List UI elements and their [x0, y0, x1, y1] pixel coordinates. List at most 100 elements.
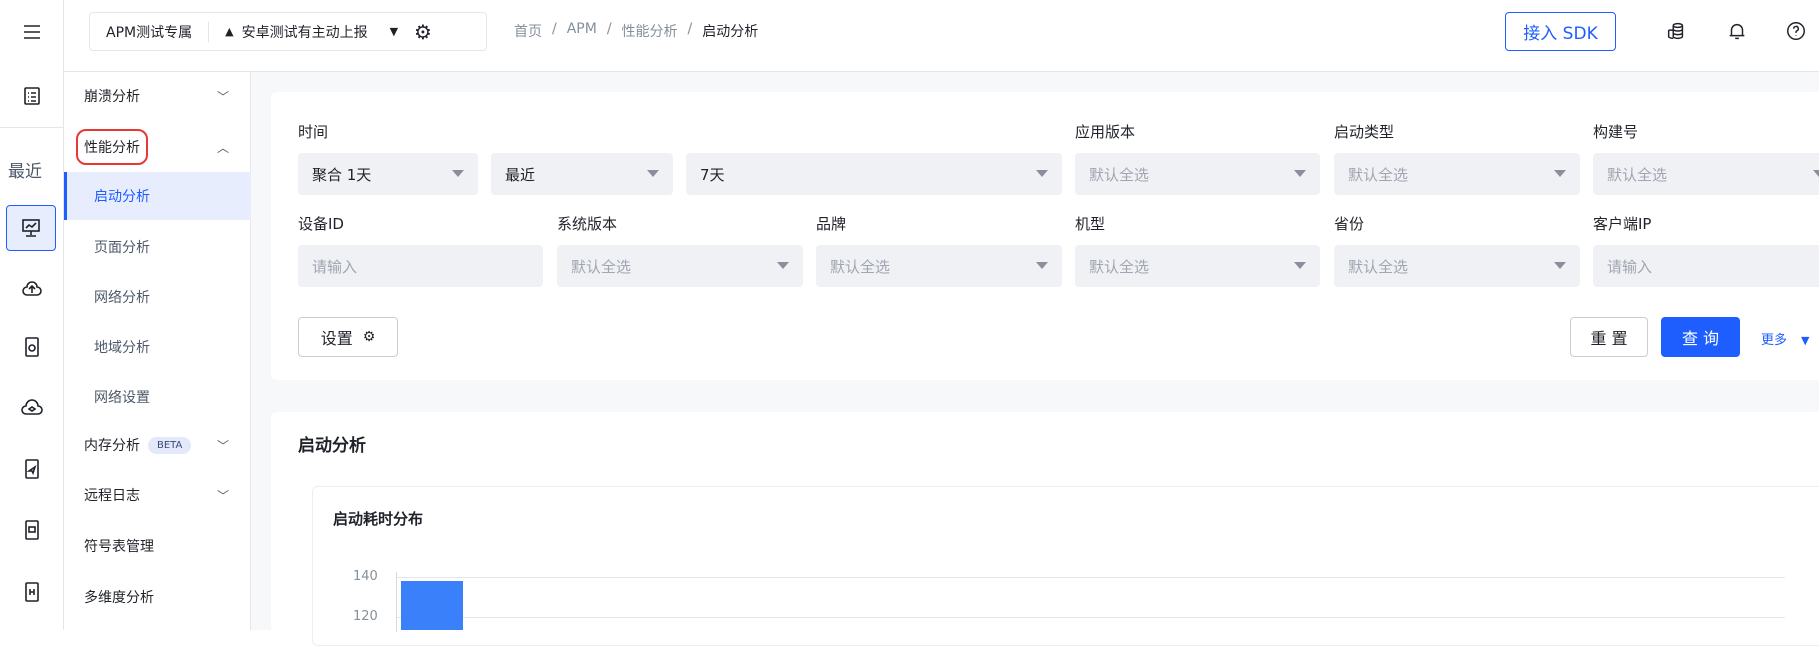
more-toggle[interactable]: 更多 ▼ — [1761, 329, 1809, 348]
chart-bar[interactable] — [401, 581, 463, 630]
dropdown-caret-icon[interactable]: ▼ — [390, 25, 398, 38]
cloud-upload-icon[interactable] — [14, 271, 50, 307]
model-select[interactable]: 默认全选 — [1075, 245, 1320, 287]
caret-down-icon — [1294, 170, 1306, 177]
settings-button[interactable]: 设置 ⚙ — [298, 317, 398, 357]
client-ip-label: 客户端IP — [1593, 215, 1652, 233]
select-value: 默认全选 — [1607, 165, 1668, 184]
sidebar-item-label: 符号表管理 — [84, 539, 154, 555]
app-version-select[interactable]: 默认全选 — [1075, 153, 1320, 195]
android-icon: ▲ — [225, 25, 234, 38]
breadcrumb-current: 启动分析 — [702, 24, 759, 40]
help-icon[interactable] — [1785, 20, 1809, 44]
chevron-down-icon: ﹀ — [216, 488, 229, 503]
sidebar-item-label: 地域分析 — [94, 340, 150, 356]
chevron-down-icon: ﹀ — [216, 89, 229, 104]
caret-down-icon — [452, 170, 464, 177]
section-title: 启动分析 — [298, 436, 366, 456]
sidebar-item-label: 启动分析 — [94, 189, 150, 205]
project-name: APM测试专属 — [106, 24, 193, 41]
select-value: 默认全选 — [1348, 257, 1409, 276]
sidebar-item-label: 页面分析 — [94, 240, 150, 256]
gear-icon: ⚙ — [362, 329, 376, 345]
select-value: 默认全选 — [1348, 165, 1409, 184]
caret-down-icon — [1554, 170, 1566, 177]
sidebar-item-symbols[interactable]: 符号表管理 — [64, 524, 251, 568]
select-value: 默认全选 — [571, 257, 632, 276]
sidebar-item-label: 性能分析 — [76, 129, 148, 165]
chart-title: 启动耗时分布 — [333, 510, 424, 528]
province-select[interactable]: 默认全选 — [1334, 245, 1580, 287]
bell-icon[interactable] — [1726, 20, 1750, 44]
integrate-sdk-button[interactable]: 接入 SDK — [1505, 12, 1616, 51]
caret-down-icon — [777, 262, 789, 269]
sidebar-item-performance[interactable]: 性能分析 ︿ — [64, 125, 251, 169]
os-version-select[interactable]: 默认全选 — [557, 245, 803, 287]
secondary-sidebar: 崩溃分析 ﹀ 性能分析 ︿ 启动分析 页面分析 网络分析 地域分析 网络设置 内存分… — [64, 72, 251, 630]
select-value: 默认全选 — [830, 257, 891, 276]
performance-monitor-icon[interactable] — [6, 205, 56, 251]
sidebar-item-page[interactable]: 页面分析 — [64, 225, 251, 269]
client-ip-input[interactable]: 请输入 — [1593, 245, 1819, 287]
caret-down-icon — [1554, 262, 1566, 269]
sidebar-item-network-settings[interactable]: 网络设置 — [64, 375, 251, 419]
breadcrumb-performance[interactable]: 性能分析 — [622, 21, 678, 41]
sidebar-item-multidim[interactable]: 多维度分析 — [64, 575, 251, 619]
device-id-label: 设备ID — [298, 215, 344, 233]
phone-symbol-icon[interactable] — [14, 574, 50, 610]
time-range-select[interactable]: 7天 — [686, 153, 1062, 195]
sidebar-item-crash[interactable]: 崩溃分析 ﹀ — [64, 74, 251, 118]
build-number-select[interactable]: 默认全选 — [1593, 153, 1819, 195]
icon-rail: 最近 — [0, 0, 64, 630]
caret-down-icon — [1813, 170, 1819, 177]
time-mode-select[interactable]: 最近 — [491, 153, 673, 195]
brand-select[interactable]: 默认全选 — [816, 245, 1062, 287]
time-aggregation-select[interactable]: 聚合 1天 — [298, 153, 478, 195]
coins-icon[interactable] — [1665, 20, 1689, 44]
settings-gear-icon[interactable]: ⚙ — [414, 20, 432, 44]
beta-badge: BETA — [148, 436, 192, 454]
cloud-layers-icon[interactable] — [14, 390, 50, 426]
sidebar-item-launch[interactable]: 启动分析 — [64, 172, 251, 220]
phone-image-icon[interactable] — [14, 512, 50, 548]
query-button[interactable]: 查 询 — [1661, 317, 1740, 357]
breadcrumb-apm[interactable]: APM — [567, 21, 597, 41]
sidebar-item-label: 网络分析 — [94, 290, 150, 306]
caret-down-icon — [1294, 262, 1306, 269]
sidebar-item-memory[interactable]: 内存分析 BETA ﹀ — [64, 423, 251, 467]
gridline — [396, 577, 1785, 578]
phone-send-icon[interactable] — [14, 451, 50, 487]
select-value: 7天 — [700, 165, 725, 184]
caret-down-icon — [1036, 262, 1048, 269]
launch-type-select[interactable]: 默认全选 — [1334, 153, 1580, 195]
breadcrumb-home[interactable]: 首页 — [514, 21, 542, 41]
recent-label: 最近 — [8, 162, 42, 182]
brand-label: 品牌 — [816, 215, 847, 233]
app-version-label: 应用版本 — [1075, 123, 1136, 141]
sidebar-item-remote-log[interactable]: 远程日志 ﹀ — [64, 473, 251, 517]
project-selector[interactable]: APM测试专属 ▲ 安卓测试有主动上报 ▼ ⚙ — [89, 12, 487, 51]
device-id-input[interactable]: 请输入 — [298, 245, 543, 287]
caret-down-icon: ▼ — [1801, 334, 1810, 347]
phone-gauge-icon[interactable] — [14, 329, 50, 365]
sidebar-item-region[interactable]: 地域分析 — [64, 325, 251, 369]
breadcrumb: 首页 / APM / 性能分析 / 启动分析 — [514, 21, 759, 41]
app-name: 安卓测试有主动上报 — [241, 24, 368, 41]
menu-icon[interactable] — [14, 14, 50, 50]
gridline — [396, 617, 1785, 618]
list-doc-icon[interactable] — [14, 78, 50, 114]
more-label: 更多 — [1761, 333, 1788, 348]
sidebar-item-label: 网络设置 — [94, 390, 150, 406]
select-value: 默认全选 — [1089, 257, 1150, 276]
sidebar-item-network[interactable]: 网络分析 — [64, 275, 251, 319]
os-version-label: 系统版本 — [557, 215, 618, 233]
button-label: 设置 — [320, 329, 353, 348]
province-label: 省份 — [1334, 215, 1365, 233]
sidebar-item-label: 多维度分析 — [84, 590, 154, 606]
reset-button[interactable]: 重 置 — [1570, 317, 1648, 357]
time-label: 时间 — [298, 123, 329, 141]
y-tick-label: 120 — [353, 609, 378, 624]
chart-card — [312, 486, 1819, 646]
caret-down-icon — [1036, 170, 1048, 177]
sidebar-item-label: 内存分析 — [84, 438, 140, 454]
